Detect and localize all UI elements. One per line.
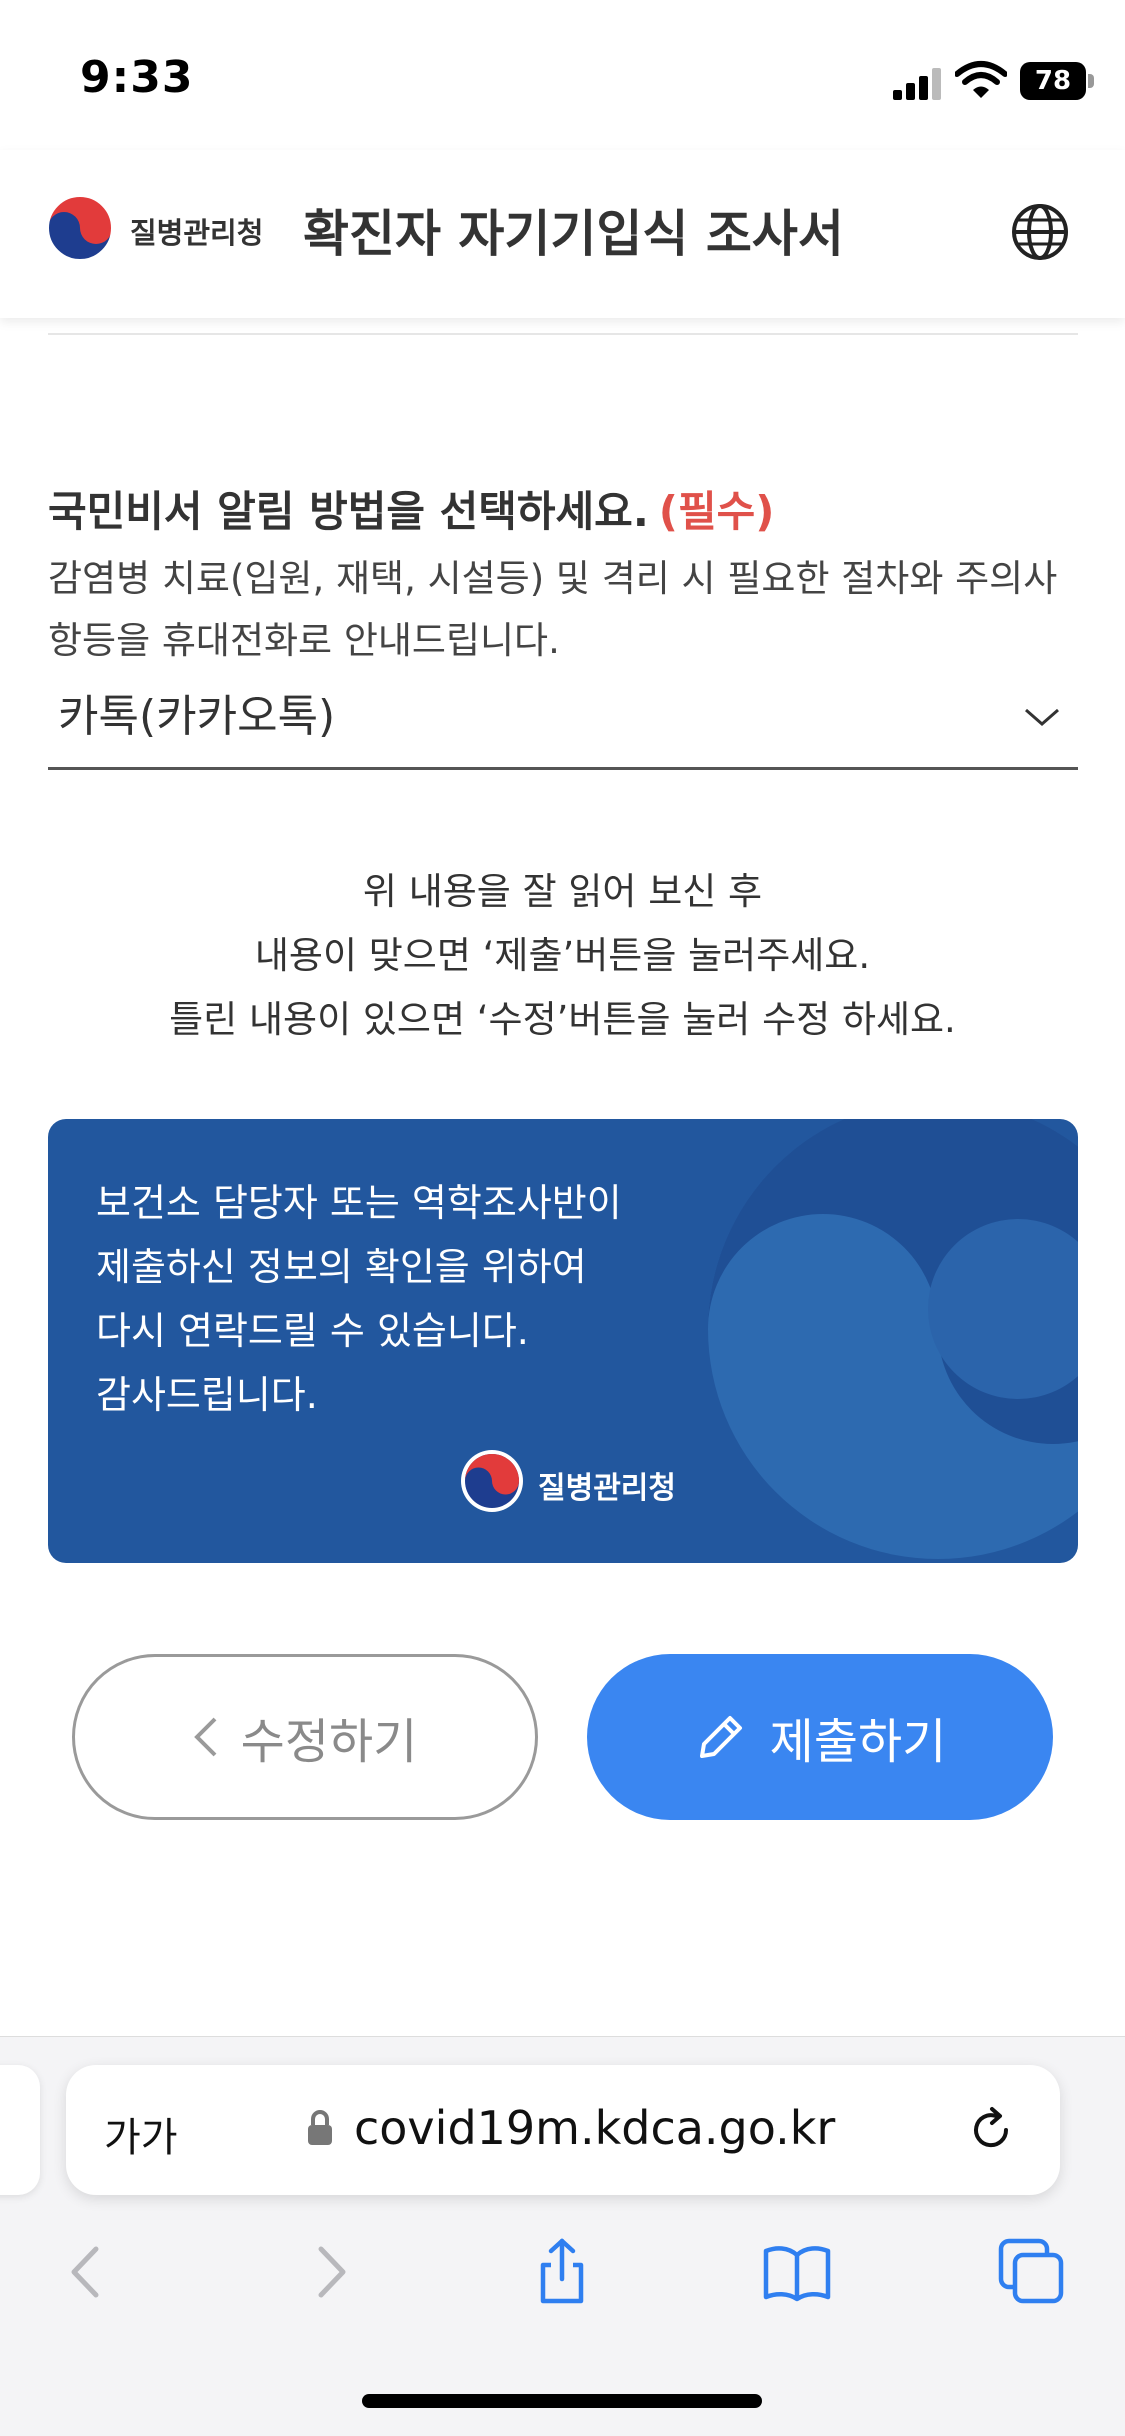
required-label: (필수) bbox=[658, 487, 775, 536]
chevron-down-icon bbox=[1025, 708, 1059, 726]
text-size-button[interactable]: 가가 bbox=[104, 2105, 178, 2163]
browser-toolbar: 가가 covid19m.kdca.go.kr bbox=[0, 2036, 1125, 2436]
status-time: 9:33 bbox=[80, 52, 194, 103]
cellular-signal-icon bbox=[893, 68, 943, 100]
pencil-icon bbox=[699, 1716, 742, 1758]
address-bar[interactable]: 가가 covid19m.kdca.go.kr bbox=[66, 2065, 1060, 2195]
card-logo-text: 질병관리청 bbox=[538, 1471, 676, 1506]
card-line: 감사드립니다. bbox=[96, 1373, 318, 1417]
select-value: 카톡(카카오톡) bbox=[58, 691, 336, 742]
share-icon[interactable] bbox=[527, 2237, 597, 2307]
notice-line: 틀린 내용이 있으면 ‘수정’버튼을 눌러 수정 하세요. bbox=[169, 998, 956, 1041]
bookmarks-icon[interactable] bbox=[762, 2237, 832, 2307]
notice-line: 내용이 맞으면 ‘제출’버튼을 눌러주세요. bbox=[254, 934, 871, 977]
status-bar: 9:33 78 bbox=[0, 0, 1125, 150]
kdca-logo-icon bbox=[47, 195, 113, 261]
question-title: 국민비서 알림 방법을 선택하세요. (필수) bbox=[48, 478, 774, 539]
chevron-left-icon bbox=[193, 1717, 217, 1757]
taegeuk-decoration-icon bbox=[708, 1119, 1078, 1559]
submit-button-label: 제출하기 bbox=[769, 1714, 947, 1770]
previous-tab[interactable] bbox=[0, 2065, 40, 2195]
submit-button[interactable]: 제출하기 bbox=[587, 1654, 1053, 1820]
card-line: 제출하신 정보의 확인을 위하여 bbox=[96, 1245, 587, 1289]
kdca-logo-icon bbox=[461, 1450, 523, 1512]
notification-method-select[interactable]: 카톡(카카오톡) bbox=[48, 670, 1078, 770]
card-line: 다시 연락드릴 수 있습니다. bbox=[96, 1309, 529, 1353]
globe-icon[interactable] bbox=[1010, 202, 1070, 262]
lock-icon bbox=[308, 2110, 332, 2145]
contact-info-card: 보건소 담당자 또는 역학조사반이 제출하신 정보의 확인을 위하여 다시 연락… bbox=[48, 1119, 1078, 1563]
edit-button[interactable]: 수정하기 bbox=[72, 1654, 538, 1820]
reload-icon[interactable] bbox=[966, 2105, 1016, 2155]
page-title: 확진자 자기기입식 조사서 bbox=[303, 205, 844, 263]
submit-notice: 위 내용을 잘 읽어 보신 후 내용이 맞으면 ‘제출’버튼을 눌러주세요. 틀… bbox=[0, 860, 1125, 1052]
section-divider bbox=[48, 333, 1078, 335]
battery-icon: 78 bbox=[1020, 62, 1094, 100]
tabs-icon[interactable] bbox=[997, 2237, 1067, 2307]
back-arrow-icon[interactable] bbox=[52, 2237, 122, 2307]
notice-line: 위 내용을 잘 읽어 보신 후 bbox=[362, 870, 763, 913]
logo-text: 질병관리청 bbox=[130, 216, 264, 250]
edit-button-label: 수정하기 bbox=[240, 1714, 418, 1770]
url-text: covid19m.kdca.go.kr bbox=[354, 2101, 836, 2155]
question-description: 감염병 치료(입원, 재택, 시설등) 및 격리 시 필요한 절차와 주의사항등… bbox=[48, 557, 1058, 662]
forward-arrow-icon[interactable] bbox=[295, 2237, 365, 2307]
wifi-icon bbox=[955, 61, 1007, 98]
app-header: 질병관리청 확진자 자기기입식 조사서 bbox=[0, 150, 1125, 318]
battery-level: 78 bbox=[1020, 62, 1086, 100]
card-line: 보건소 담당자 또는 역학조사반이 bbox=[96, 1181, 622, 1225]
card-message: 보건소 담당자 또는 역학조사반이 제출하신 정보의 확인을 위하여 다시 연락… bbox=[96, 1171, 622, 1427]
question-text: 국민비서 알림 방법을 선택하세요. bbox=[48, 487, 649, 536]
home-indicator[interactable] bbox=[362, 2394, 762, 2408]
